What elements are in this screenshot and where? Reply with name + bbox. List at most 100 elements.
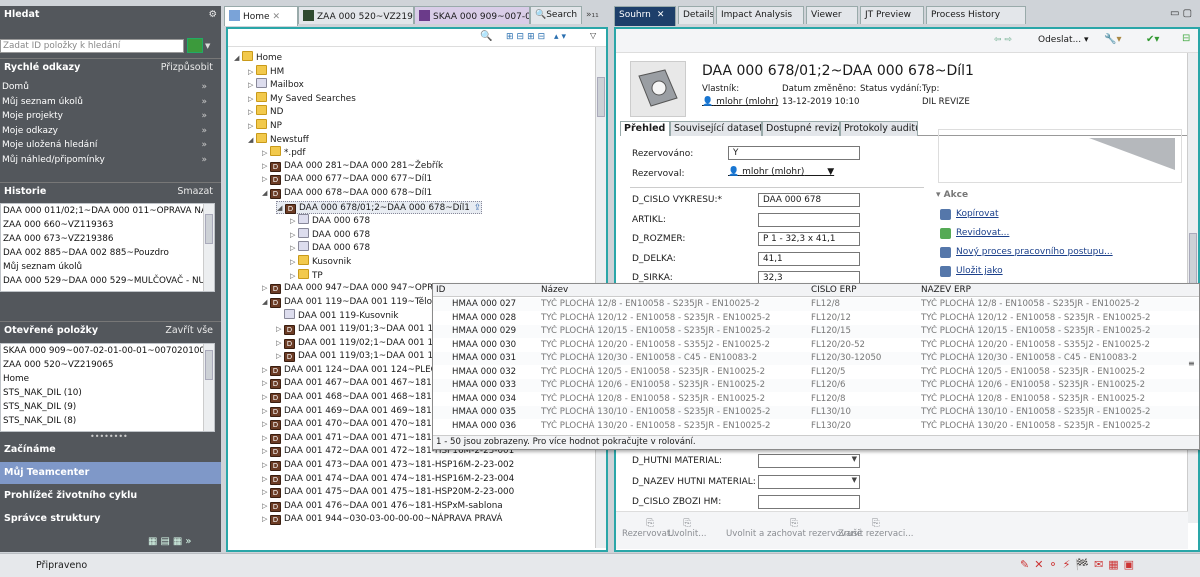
expand-toggle-icon[interactable]: ▷ bbox=[248, 66, 256, 79]
field-input[interactable]: DAA 000 678 bbox=[758, 193, 860, 207]
tree-node[interactable]: ◢ D DAA 000 678/01;2~DAA 000 678~Díl1 ⇪ bbox=[276, 200, 483, 214]
chevron-down-icon[interactable]: ▽ bbox=[590, 31, 596, 40]
expand-toggle-icon[interactable]: ◢ bbox=[262, 187, 270, 200]
tree-node[interactable]: ▷ D DAA 001 468~DAA 001 468~181-H bbox=[262, 391, 441, 404]
history-scrollbar[interactable] bbox=[203, 204, 214, 291]
tree-node[interactable]: ▷ D DAA 001 474~DAA 001 474~181-HSP16M-2-2… bbox=[262, 473, 514, 486]
open-item[interactable]: Home bbox=[1, 372, 214, 386]
field-input[interactable]: P 1 - 32,3 x 41,1 bbox=[758, 232, 860, 246]
field-input[interactable]: ▼ bbox=[758, 454, 860, 468]
quick-link-item[interactable]: Moje uložená hledání » bbox=[2, 138, 217, 152]
minimize-maximize-icon[interactable]: ▭ ▢ bbox=[1170, 8, 1192, 19]
more-tabs-icon[interactable]: »₁₁ bbox=[586, 10, 599, 20]
expand-toggle-icon[interactable]: ▷ bbox=[262, 513, 270, 526]
tree-node[interactable]: ▷ D DAA 000 677~DAA 000 677~Díl1 bbox=[262, 173, 432, 186]
tree-node[interactable]: ▷ DAA 000 678 bbox=[290, 227, 370, 241]
expand-toggle-icon[interactable]: ▷ bbox=[276, 337, 284, 350]
quick-link-item[interactable]: Moje projekty » bbox=[2, 109, 217, 123]
history-item[interactable]: DAA 000 529~DAA 000 529~MULČOVAČ - NUD 1… bbox=[1, 274, 214, 288]
tree-node[interactable]: ▷ TP bbox=[290, 268, 323, 283]
open-item[interactable]: SKAA 000 909~007-02-01-00-01~00702010001 bbox=[1, 344, 214, 358]
table-row[interactable]: HMAA 000 034 TYČ PLOCHÁ 120/8 - EN10058 -… bbox=[433, 393, 1199, 406]
customize-link[interactable]: Přizpůsobit bbox=[161, 62, 213, 73]
send-menu[interactable]: Odeslat... ▾ bbox=[1038, 35, 1089, 45]
tree-node[interactable]: ▷ ND bbox=[248, 105, 283, 118]
tree-node[interactable]: ▷ D DAA 001 119/01;3~DAA 001 11 bbox=[276, 323, 439, 336]
quick-link-item[interactable]: Domů » bbox=[2, 80, 217, 94]
tree-node[interactable]: ▷ D DAA 001 119/03;1~DAA 001 11 bbox=[276, 350, 439, 363]
tree-node[interactable]: ◢ D DAA 000 678~DAA 000 678~Díl1 bbox=[262, 187, 432, 200]
quick-link-item[interactable]: Můj seznam úkolů » bbox=[2, 95, 217, 109]
clear-history-link[interactable]: Smazat bbox=[177, 186, 213, 197]
reserved-by-link[interactable]: 👤 mlohr (mlohr) ▼ bbox=[728, 167, 834, 177]
table-row[interactable]: HMAA 000 030 TYČ PLOCHÁ 120/20 - EN10058 … bbox=[433, 339, 1199, 352]
history-item[interactable]: ZAA 000 660~VZ119363 bbox=[1, 218, 214, 232]
check-icon[interactable]: ✔▾ bbox=[1146, 34, 1159, 45]
expand-toggle-icon[interactable]: ▷ bbox=[262, 418, 270, 431]
expand-toggle-icon[interactable]: ▷ bbox=[290, 215, 298, 228]
table-row[interactable]: HMAA 000 033 TYČ PLOCHÁ 120/6 - EN10058 -… bbox=[433, 379, 1199, 392]
expand-toggle-icon[interactable]: ▷ bbox=[262, 160, 270, 173]
tree-node[interactable]: ◢ Home bbox=[234, 51, 282, 64]
tree-node[interactable]: ▷ NP bbox=[248, 119, 282, 132]
tree-node[interactable]: ▷ D DAA 001 470~DAA 001 470~181-H bbox=[262, 418, 441, 431]
table-row[interactable]: HMAA 000 035 TYČ PLOCHÁ 130/10 - EN10058 … bbox=[433, 406, 1199, 419]
tab-details[interactable]: Details bbox=[678, 6, 714, 24]
owner-link[interactable]: 👤 mlohr (mlohr) bbox=[702, 97, 778, 107]
chevron-down-icon[interactable]: ▼ bbox=[852, 476, 857, 484]
expand-toggle-icon[interactable]: ▷ bbox=[248, 106, 256, 119]
expand-toggle-icon[interactable]: ▷ bbox=[262, 432, 270, 445]
tree-node[interactable]: ▷ D DAA 001 473~DAA 001 473~181-HSP16M-2-2… bbox=[262, 459, 514, 472]
table-row[interactable]: HMAA 000 028 TYČ PLOCHÁ 120/12 - EN10058 … bbox=[433, 312, 1199, 325]
tree-toolbar-icons[interactable]: ⊞⊟⊞⊟ ▴▾ bbox=[506, 32, 569, 42]
tab-process-history[interactable]: Process History bbox=[926, 6, 1026, 24]
expand-toggle-icon[interactable]: ▷ bbox=[276, 323, 284, 336]
expand-toggle-icon[interactable]: ▷ bbox=[262, 282, 270, 295]
tree-node[interactable]: DAA 001 119-Kusovnik bbox=[276, 309, 398, 322]
nav-button[interactable]: Správce struktury bbox=[0, 508, 221, 530]
action-link[interactable]: Uložit jako bbox=[956, 266, 1003, 276]
tree-node[interactable]: ▷ D DAA 001 469~DAA 001 469~181-H bbox=[262, 405, 441, 418]
subtab-0[interactable]: Přehled bbox=[620, 121, 670, 136]
expand-toggle-icon[interactable]: ▷ bbox=[262, 377, 270, 390]
bottom-action-button[interactable]: ⎘ Uvolnit... bbox=[668, 518, 706, 539]
expand-toggle-icon[interactable]: ▷ bbox=[248, 93, 256, 106]
search-input[interactable]: Zadat ID položky k hledání bbox=[0, 39, 184, 53]
subtab-3[interactable]: Protokoly auditu bbox=[840, 121, 918, 136]
expand-toggle-icon[interactable]: ◢ bbox=[262, 296, 270, 309]
expand-toggle-icon[interactable]: ▷ bbox=[290, 242, 298, 255]
expand-toggle-icon[interactable]: ◢ bbox=[234, 52, 242, 65]
tab-souhrn[interactable]: Souhrn ✕ bbox=[614, 6, 676, 26]
tree-node[interactable]: ▷ DAA 000 678 bbox=[290, 241, 370, 254]
expand-toggle-icon[interactable]: ▷ bbox=[262, 445, 270, 458]
tree-node[interactable]: ▷ DAA 000 678 bbox=[290, 214, 370, 227]
expand-toggle-icon[interactable]: ▷ bbox=[290, 270, 298, 283]
history-item[interactable]: DAA 002 885~DAA 002 885~Pouzdro bbox=[1, 246, 214, 260]
nav-button[interactable]: Prohlížeč životního cyklu bbox=[0, 485, 221, 507]
tab-zaa[interactable]: ZAA 000 520~VZ219065 bbox=[298, 6, 414, 24]
chevron-down-icon[interactable]: ▼ bbox=[852, 455, 857, 463]
nav-arrows-icon[interactable]: ⇦ ⇨ bbox=[994, 35, 1012, 45]
expand-toggle-icon[interactable]: ▷ bbox=[262, 391, 270, 404]
nav-button[interactable]: Začínáme bbox=[0, 439, 221, 461]
tab-viewer[interactable]: Viewer bbox=[806, 6, 858, 24]
expand-toggle-icon[interactable]: ▷ bbox=[262, 500, 270, 513]
tree-node[interactable]: ▷ D DAA 001 476~DAA 001 476~181-HSPxM-sabl… bbox=[262, 500, 503, 513]
column-header[interactable]: CISLO ERP bbox=[811, 284, 857, 297]
tree-node[interactable]: ▷ D DAA 000 947~DAA 000 947~OPRA bbox=[262, 282, 439, 295]
tree-node[interactable]: ▷ D DAA 000 281~DAA 000 281~Žebřík bbox=[262, 160, 443, 173]
expand-toggle-icon[interactable]: ▷ bbox=[262, 405, 270, 418]
field-input[interactable] bbox=[758, 495, 860, 509]
bottom-action-button[interactable]: ⎘ Zrušit rezervaci... bbox=[838, 518, 913, 539]
table-row[interactable]: HMAA 000 036 TYČ PLOCHÁ 130/20 - EN10058 … bbox=[433, 420, 1199, 433]
subtab-2[interactable]: Dostupné revize bbox=[762, 121, 840, 136]
tree-node[interactable]: ▷ D DAA 001 124~DAA 001 124~PLECH bbox=[262, 364, 443, 377]
expand-toggle-icon[interactable]: ▷ bbox=[262, 486, 270, 499]
field-input[interactable]: ▼ bbox=[758, 474, 860, 489]
tree-node[interactable]: ▷ D DAA 001 471~DAA 001 471~181-H bbox=[262, 432, 441, 445]
tree-node[interactable]: ▷ D DAA 001 475~DAA 001 475~181-HSP20M-2-2… bbox=[262, 486, 514, 499]
subtab-1[interactable]: Související datasety bbox=[670, 121, 762, 136]
expand-toggle-icon[interactable]: ▷ bbox=[262, 147, 270, 160]
expand-toggle-icon[interactable]: ▷ bbox=[262, 473, 270, 486]
table-row[interactable]: HMAA 000 032 TYČ PLOCHÁ 120/5 - EN10058 -… bbox=[433, 366, 1199, 379]
